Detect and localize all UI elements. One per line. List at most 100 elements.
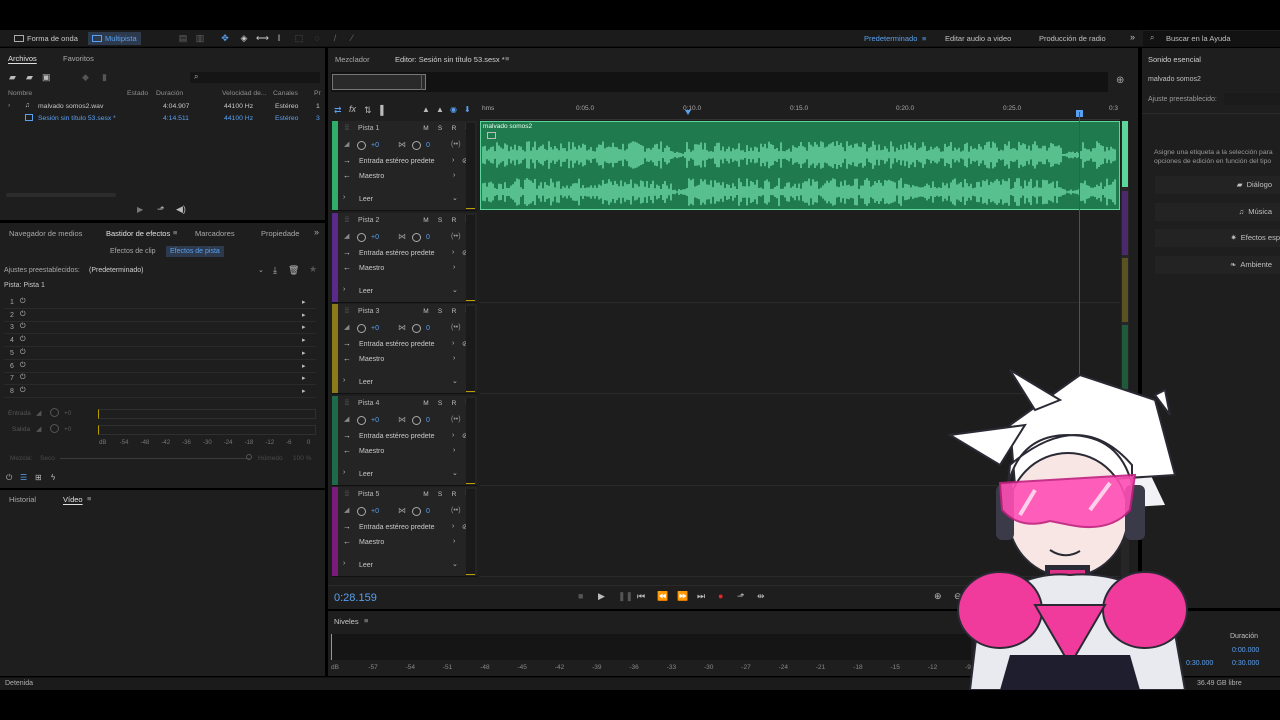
mute-button[interactable]: M: [421, 125, 431, 132]
workspace-edit-video[interactable]: Editar audio a video: [945, 34, 1011, 43]
time-ruler[interactable]: hms 0:05.0 0:10.0 0:15.0 0:20.0 0:25.0 0:3: [480, 104, 1120, 120]
dialogue-button[interactable]: ▰ Diálogo: [1155, 176, 1280, 194]
tab-markers[interactable]: Marcadores: [195, 229, 235, 238]
solo-button[interactable]: S: [435, 400, 445, 407]
sfx-button[interactable]: ✷ Efectos esp: [1155, 229, 1280, 247]
delete-icon[interactable]: ▮: [102, 72, 107, 83]
effect-slot[interactable]: 4 ⏻ ▸: [4, 335, 316, 348]
col-status[interactable]: Estado: [127, 90, 148, 97]
track-header[interactable]: ⁞⁞Pista 1MSR⁞◢+0⋈0(••)→Entrada estéreo p…: [332, 121, 477, 211]
pan-knob[interactable]: [412, 415, 421, 425]
effect-menu-arrow-icon[interactable]: ▸: [302, 298, 306, 306]
pan-knob[interactable]: [412, 324, 421, 333]
effect-slot[interactable]: 3 ⏻ ▸: [4, 322, 316, 335]
delete-preset-icon[interactable]: 🗑: [288, 265, 299, 276]
track-output[interactable]: Maestro: [359, 448, 384, 455]
menu-icon[interactable]: ≡: [505, 54, 509, 63]
insert-icon[interactable]: ◆: [82, 72, 89, 83]
selection-start[interactable]: 0:00.000: [1232, 647, 1259, 654]
track-input[interactable]: Entrada estéreo predete: [359, 433, 435, 440]
time-select-icon[interactable]: I: [274, 33, 284, 43]
drag-handle-icon[interactable]: ⁞⁞: [345, 400, 349, 407]
col-name[interactable]: Nombre: [8, 90, 32, 97]
menu-icon[interactable]: ≡: [87, 494, 91, 503]
effect-slot[interactable]: 5 ⏻ ▸: [4, 348, 316, 360]
marker-icon[interactable]: ⬇: [464, 105, 471, 114]
pause-icon[interactable]: ❚❚: [618, 591, 633, 602]
skip-selection-icon[interactable]: ⇹: [757, 591, 765, 602]
automation-mode[interactable]: Leer: [359, 562, 373, 569]
effect-menu-arrow-icon[interactable]: ▸: [302, 374, 306, 382]
expand-chevron-icon[interactable]: ›: [343, 469, 345, 476]
pan-knob[interactable]: [412, 507, 421, 516]
automation-mode[interactable]: Leer: [359, 379, 373, 386]
files-scrollbar[interactable]: [6, 193, 116, 197]
track-name[interactable]: Pista 3: [358, 308, 379, 315]
power-icon[interactable]: ⏻: [20, 323, 26, 331]
volume-knob[interactable]: [357, 324, 366, 333]
current-time[interactable]: 0:28.159: [334, 592, 377, 604]
drag-handle-icon[interactable]: ⁞⁞: [345, 308, 349, 315]
track-input[interactable]: Entrada estéreo predete: [359, 341, 435, 348]
power-icon[interactable]: ⏻: [20, 336, 26, 344]
track-header[interactable]: ⁞⁞Pista 5MSR⁞◢+0⋈0(••)→Entrada estéreo p…: [332, 487, 477, 577]
track-name[interactable]: Pista 5: [358, 491, 379, 498]
list-icon[interactable]: ☰: [20, 473, 27, 482]
fast-forward-icon[interactable]: ⏩: [677, 591, 688, 602]
volume-value[interactable]: +0: [371, 234, 379, 241]
tab-track-effects[interactable]: Efectos de pista: [166, 246, 224, 257]
audio-clip[interactable]: malvado somos2: [480, 121, 1120, 210]
preset-dropdown[interactable]: (Predeterminado) ⌄: [86, 264, 268, 277]
effect-menu-arrow-icon[interactable]: ▸: [302, 362, 306, 370]
stereo-link-icon[interactable]: (••): [451, 324, 461, 331]
send-icon[interactable]: ⇅: [364, 105, 372, 116]
waveform-mode-button[interactable]: Forma de onda: [10, 32, 82, 45]
volume-knob[interactable]: [357, 415, 366, 425]
loop-icon[interactable]: ◉: [450, 105, 457, 114]
stop-icon[interactable]: ■: [578, 591, 583, 601]
volume-value[interactable]: +0: [371, 508, 379, 515]
col-channels[interactable]: Canales: [273, 90, 298, 97]
loop-preview-icon[interactable]: ⬏: [157, 204, 165, 215]
track-name[interactable]: Pista 4: [358, 400, 379, 407]
autoplay-icon[interactable]: ◀): [176, 204, 186, 215]
effect-slot[interactable]: 1 ⏻ ▸: [4, 297, 316, 309]
col-pr[interactable]: Pr: [314, 90, 321, 97]
eq-bars-icon[interactable]: ▐: [377, 105, 383, 115]
tab-effects-rack[interactable]: Bastidor de efectos: [106, 229, 170, 238]
spectral-icon[interactable]: ▤: [178, 33, 188, 43]
brush-icon[interactable]: /: [330, 33, 340, 43]
go-to-end-icon[interactable]: ⏭: [697, 591, 705, 602]
mute-button[interactable]: M: [421, 400, 431, 407]
marquee-icon[interactable]: ⬚: [294, 33, 304, 43]
workspace-radio[interactable]: Producción de radio: [1039, 34, 1106, 43]
effect-slot[interactable]: 6 ⏻ ▸: [4, 361, 316, 373]
track-name[interactable]: Pista 2: [358, 217, 379, 224]
volume-value[interactable]: +0: [371, 325, 379, 332]
power-icon[interactable]: ⏻: [20, 349, 26, 357]
music-button[interactable]: ♫ Música: [1155, 203, 1280, 221]
pan-knob[interactable]: [412, 141, 421, 150]
ambience-button[interactable]: ❧ Ambiente: [1155, 256, 1280, 274]
solo-button[interactable]: S: [435, 308, 445, 315]
mute-button[interactable]: M: [421, 217, 431, 224]
tab-mixer[interactable]: Mezclador: [335, 55, 370, 64]
pan-knob[interactable]: [412, 232, 421, 242]
slip-tool-icon[interactable]: ⟷: [256, 33, 269, 43]
effect-menu-arrow-icon[interactable]: ▸: [302, 311, 306, 319]
track-output[interactable]: Maestro: [359, 539, 384, 546]
solo-button[interactable]: S: [435, 491, 445, 498]
snap-icon[interactable]: ▲: [436, 105, 444, 114]
tab-properties[interactable]: Propiedade: [261, 229, 299, 238]
loop-playback-icon[interactable]: ⬏: [737, 591, 745, 602]
tab-media-browser[interactable]: Navegador de medios: [9, 229, 82, 238]
play-preview-icon[interactable]: ▶: [137, 205, 143, 214]
stereo-link-icon[interactable]: (••): [451, 416, 461, 423]
tab-files[interactable]: Archivos: [8, 54, 37, 63]
track-input[interactable]: Entrada estéreo predete: [359, 250, 435, 257]
essential-preset-dropdown[interactable]: [1224, 93, 1280, 105]
input-knob[interactable]: [50, 408, 59, 417]
expand-chevron-icon[interactable]: ›: [343, 194, 345, 201]
track-output[interactable]: Maestro: [359, 356, 384, 363]
file-row[interactable]: › ♫ malvado somos2.wav 4:04.907 44100 Hz…: [0, 101, 325, 113]
